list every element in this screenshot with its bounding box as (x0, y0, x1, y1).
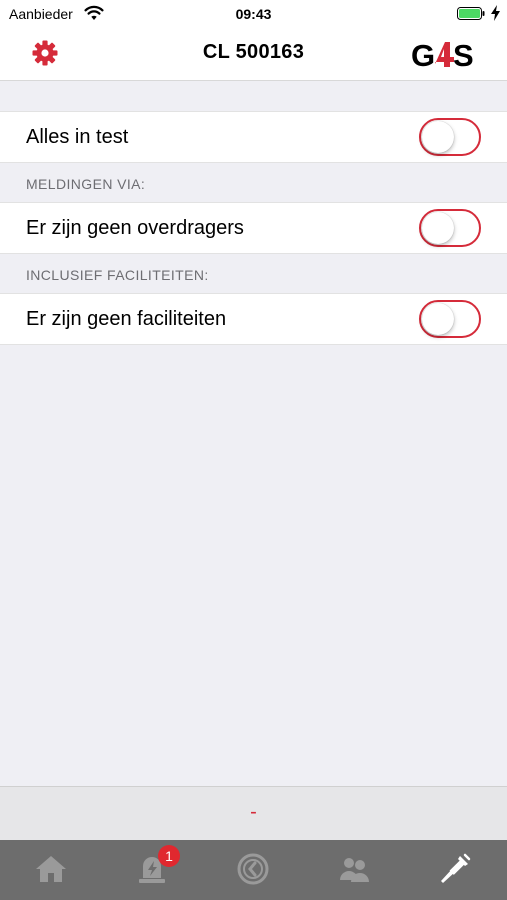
tab-alarms[interactable]: 1 (101, 840, 202, 900)
home-icon (36, 856, 66, 882)
alles-in-test-label: Alles in test (26, 126, 129, 148)
tab-bar: 1 (0, 840, 507, 900)
bottom-status-strip: - (0, 786, 507, 841)
tab-users[interactable] (303, 840, 404, 900)
section-header-meldingen: MELDINGEN VIA: (26, 176, 146, 192)
alles-in-test-row[interactable]: Alles in test (0, 111, 507, 163)
tab-home[interactable] (0, 840, 101, 900)
bottom-status-text: - (250, 801, 257, 823)
battery-icon (457, 7, 485, 20)
toggle-knob (422, 303, 454, 335)
logo-letter-s: S (453, 38, 474, 72)
toggle-knob (422, 212, 454, 244)
users-icon (340, 858, 369, 882)
history-clock-icon (237, 853, 269, 885)
overdragers-label: Er zijn geen overdragers (26, 217, 244, 239)
overdragers-toggle[interactable] (419, 209, 481, 247)
logo-letter-g: G (411, 38, 434, 72)
section-header-faciliteiten: INCLUSIEF FACILITEITEN: (26, 267, 209, 283)
faciliteiten-toggle[interactable] (419, 300, 481, 338)
g4s-logo: G S (411, 38, 474, 72)
tab-history[interactable] (202, 840, 303, 900)
tab-tools[interactable] (404, 840, 505, 900)
status-bar: Aanbieder 09:43 (0, 0, 507, 28)
alarm-badge: 1 (158, 845, 180, 867)
charging-bolt-icon (491, 5, 500, 21)
toggle-knob (422, 121, 454, 153)
faciliteiten-label: Er zijn geen faciliteiten (26, 308, 227, 330)
tools-icon (441, 853, 471, 883)
faciliteiten-row[interactable]: Er zijn geen faciliteiten (0, 293, 507, 345)
overdragers-row[interactable]: Er zijn geen overdragers (0, 202, 507, 254)
clock-label: 09:43 (235, 6, 272, 22)
navigation-bar: CL 500163 G S (0, 28, 507, 81)
alles-in-test-toggle[interactable] (419, 118, 481, 156)
